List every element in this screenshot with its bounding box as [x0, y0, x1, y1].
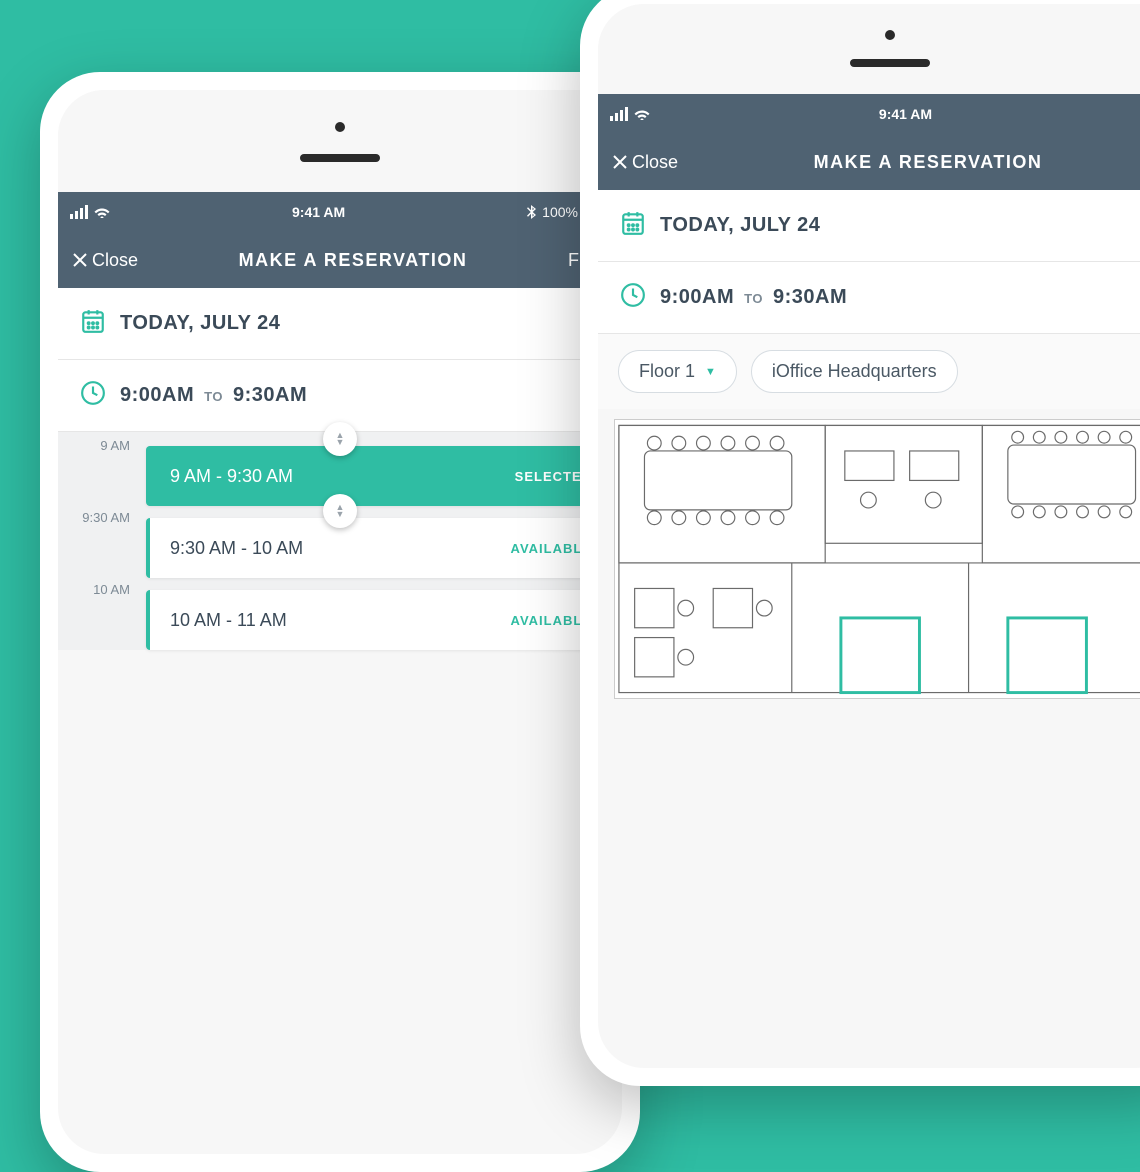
phone-screen: 9:41 AM 100% Close MAKE A RESERVATION Fi…: [58, 90, 622, 1154]
phone-camera: [885, 30, 895, 40]
time-slot-2[interactable]: 10 AM - 11 AM AVAILABLE: [146, 590, 612, 650]
slot-time: 9:30 AM - 10 AM: [170, 538, 303, 559]
status-bar: 9:41 AM: [598, 94, 1140, 134]
building-label: iOffice Headquarters: [772, 361, 937, 382]
status-bar: 9:41 AM 100%: [58, 192, 622, 232]
calendar-icon: [620, 210, 646, 241]
slot-time: 10 AM - 11 AM: [170, 610, 287, 631]
nav-bar: Close MAKE A RESERVATION Filter: [58, 232, 622, 288]
phone-mockup-right: 9:41 AM Close MAKE A RESERVATION TODAY, …: [580, 0, 1140, 1086]
signal-icon: [610, 107, 628, 121]
time-start: 9:00AM: [120, 384, 194, 407]
time-slot-1[interactable]: 9:30 AM - 10 AM AVAILABLE: [146, 518, 612, 578]
content-area: TODAY, JULY 24 9:00AM TO 9:30AM: [598, 190, 1140, 334]
nav-title: MAKE A RESERVATION: [148, 250, 558, 271]
phone-bezel-top: [598, 4, 1140, 94]
clock-icon: [80, 380, 106, 411]
time-label-1: 9:30 AM: [58, 510, 140, 525]
floor-select[interactable]: Floor 1 ▼: [618, 350, 737, 393]
calendar-icon: [80, 308, 106, 339]
time-sep: TO: [744, 291, 763, 306]
date-row[interactable]: TODAY, JULY 24: [58, 288, 622, 360]
signal-icon: [70, 205, 88, 219]
phone-bezel-top: [58, 90, 622, 192]
time-end: 9:30AM: [233, 384, 307, 407]
time-text: 9:00AM TO 9:30AM: [660, 286, 847, 309]
time-start: 9:00AM: [660, 286, 734, 309]
status-time: 9:41 AM: [292, 204, 345, 220]
phone-speaker: [300, 154, 380, 162]
wifi-icon: [94, 206, 110, 218]
floor-plan[interactable]: [614, 419, 1140, 699]
time-label-2: 10 AM: [58, 582, 140, 597]
floor-plan-svg: [615, 420, 1140, 698]
status-time: 9:41 AM: [879, 106, 932, 122]
floor-label: Floor 1: [639, 361, 695, 382]
nav-bar: Close MAKE A RESERVATION: [598, 134, 1140, 190]
close-button[interactable]: Close: [612, 152, 678, 173]
time-sep: TO: [204, 389, 223, 404]
drag-handle-bottom[interactable]: ▲▼: [323, 494, 357, 528]
close-label: Close: [632, 152, 678, 173]
filter-pills: Floor 1 ▼ iOffice Headquarters: [598, 334, 1140, 409]
time-text: 9:00AM TO 9:30AM: [120, 384, 307, 407]
building-select[interactable]: iOffice Headquarters: [751, 350, 958, 393]
phone-camera: [335, 122, 345, 132]
phone-mockup-left: 9:41 AM 100% Close MAKE A RESERVATION Fi…: [40, 72, 640, 1172]
time-slot-0[interactable]: 9 AM - 9:30 AM SELECTED: [146, 446, 612, 506]
slot-time: 9 AM - 9:30 AM: [170, 466, 293, 487]
chevron-down-icon: ▼: [705, 366, 716, 378]
bluetooth-icon: [527, 205, 536, 219]
battery-percent: 100%: [542, 204, 578, 220]
content-area: TODAY, JULY 24 9:00AM TO 9:30AM: [58, 288, 622, 432]
phone-speaker: [850, 59, 930, 67]
close-label: Close: [92, 250, 138, 271]
drag-handle-top[interactable]: ▲▼: [323, 422, 357, 456]
date-row[interactable]: TODAY, JULY 24: [598, 190, 1140, 262]
nav-title: MAKE A RESERVATION: [688, 152, 1140, 173]
wifi-icon: [634, 108, 650, 120]
time-row[interactable]: 9:00AM TO 9:30AM: [598, 262, 1140, 334]
timeline: 9 AM 9:30 AM 10 AM ▲▼ 9 AM - 9:30 AM SEL…: [58, 432, 622, 650]
time-end: 9:30AM: [773, 286, 847, 309]
clock-icon: [620, 282, 646, 313]
date-text: TODAY, JULY 24: [120, 312, 280, 335]
phone-screen: 9:41 AM Close MAKE A RESERVATION TODAY, …: [598, 4, 1140, 1068]
date-text: TODAY, JULY 24: [660, 214, 820, 237]
close-icon: [72, 252, 88, 268]
time-label-0: 9 AM: [58, 438, 140, 453]
close-button[interactable]: Close: [72, 250, 138, 271]
close-icon: [612, 154, 628, 170]
